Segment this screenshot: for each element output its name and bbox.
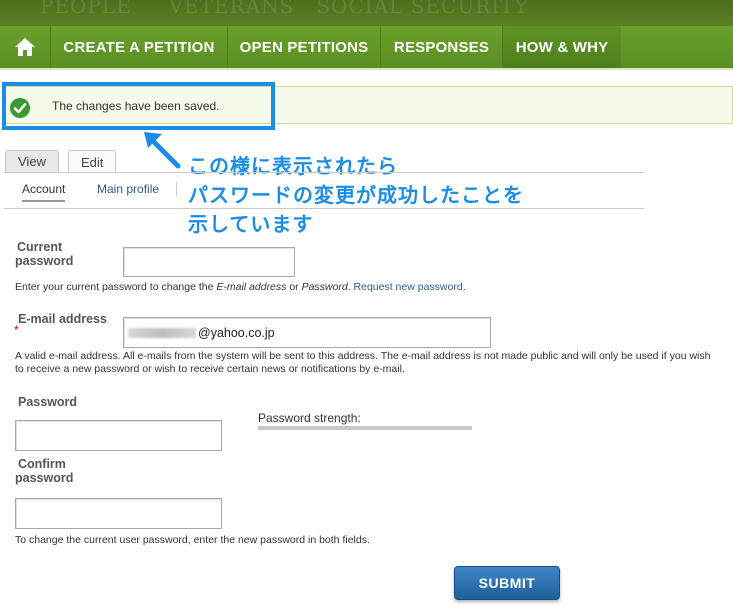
current-password-description: Enter your current password to change th… xyxy=(15,281,466,293)
nav-how-why[interactable]: HOW & WHY xyxy=(503,26,621,68)
confirm-password-input[interactable] xyxy=(15,498,222,529)
password-input[interactable] xyxy=(15,420,222,451)
redacted-email-local-part xyxy=(128,327,196,338)
nav-create-petition[interactable]: CREATE A PETITION xyxy=(51,26,227,68)
annotation-highlight-box xyxy=(2,82,275,130)
current-password-label: Current password xyxy=(15,240,74,268)
annotation-line-1: この様に表示されたら xyxy=(188,154,398,178)
form-divider xyxy=(4,208,644,209)
nav-divider xyxy=(0,68,733,70)
subtab-main-profile[interactable]: Main profile xyxy=(97,182,159,196)
site-banner: PEOPLE VETERANS SOCIAL SECURITY xyxy=(0,0,733,26)
annotation-line-2: パスワードの変更が成功したことを xyxy=(188,183,524,207)
annotation-arrow-icon xyxy=(140,126,184,177)
password-label: Password xyxy=(18,395,78,409)
current-password-input[interactable] xyxy=(123,247,295,277)
annotation-line-3: 示しています xyxy=(188,212,314,236)
request-new-password-link[interactable]: Request new password xyxy=(354,281,463,293)
home-icon[interactable] xyxy=(0,26,50,68)
required-marker: * xyxy=(14,323,19,337)
submit-button[interactable]: SUBMIT xyxy=(454,566,560,600)
subtab-separator xyxy=(176,182,177,196)
email-description: A valid e-mail address. All e-mails from… xyxy=(15,350,711,375)
main-nav: CREATE A PETITION OPEN PETITIONS RESPONS… xyxy=(0,26,733,68)
password-strength-bar xyxy=(258,426,472,430)
confirm-password-label: Confirm password xyxy=(15,457,74,485)
nav-responses[interactable]: RESPONSES xyxy=(381,26,502,68)
banner-decoration: PEOPLE VETERANS SOCIAL SECURITY xyxy=(40,0,529,18)
tab-view[interactable]: View xyxy=(5,150,59,172)
email-domain: @yahoo.co.jp xyxy=(198,325,275,340)
email-label: E-mail address xyxy=(18,312,107,326)
subtab-account[interactable]: Account xyxy=(22,182,66,202)
confirm-password-description: To change the current user password, ent… xyxy=(15,534,370,546)
email-field[interactable]: @yahoo.co.jp xyxy=(123,317,491,348)
password-strength-label: Password strength: xyxy=(258,411,361,425)
tab-bar-divider xyxy=(4,172,644,173)
tab-edit[interactable]: Edit xyxy=(68,150,117,173)
annotation-note: この様に表示されたら パスワードの変更が成功したことを 示しています xyxy=(188,152,524,239)
nav-open-petitions[interactable]: OPEN PETITIONS xyxy=(228,26,380,68)
